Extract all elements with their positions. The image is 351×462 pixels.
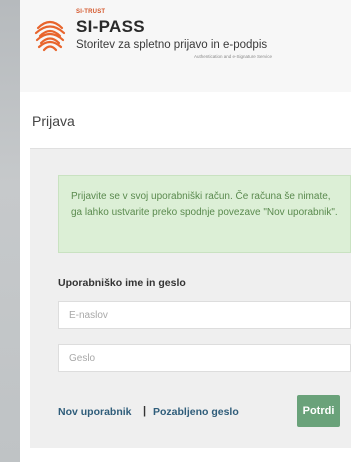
fingerprint-icon (34, 20, 66, 52)
email-input[interactable] (58, 301, 351, 329)
credentials-label: Uporabniško ime in geslo (58, 277, 186, 289)
login-panel: Prijavite se v svoj uporabniški račun. Č… (30, 148, 351, 448)
page-background (0, 0, 20, 462)
submit-button[interactable]: Potrdi (297, 395, 340, 427)
brand-subtitle: Storitev za spletno prijavo in e-podpis (76, 39, 268, 51)
forgot-password-link[interactable]: Pozabljeno geslo (153, 406, 239, 418)
brand-title: SI-PASS (76, 17, 145, 36)
brand-small: SI-TRUST (76, 9, 106, 15)
header: SI-TRUST SI-PASS Storitev za spletno pri… (20, 0, 351, 92)
link-separator: | (143, 405, 147, 417)
new-user-link[interactable]: Nov uporabnik (58, 406, 132, 418)
info-message: Prijavite se v svoj uporabniški račun. Č… (58, 175, 351, 253)
login-page: SI-TRUST SI-PASS Storitev za spletno pri… (20, 0, 351, 462)
password-input[interactable] (58, 344, 351, 372)
brand-tagline: Authentication and e-Signature Service (194, 54, 273, 59)
page-title: Prijava (32, 113, 75, 129)
